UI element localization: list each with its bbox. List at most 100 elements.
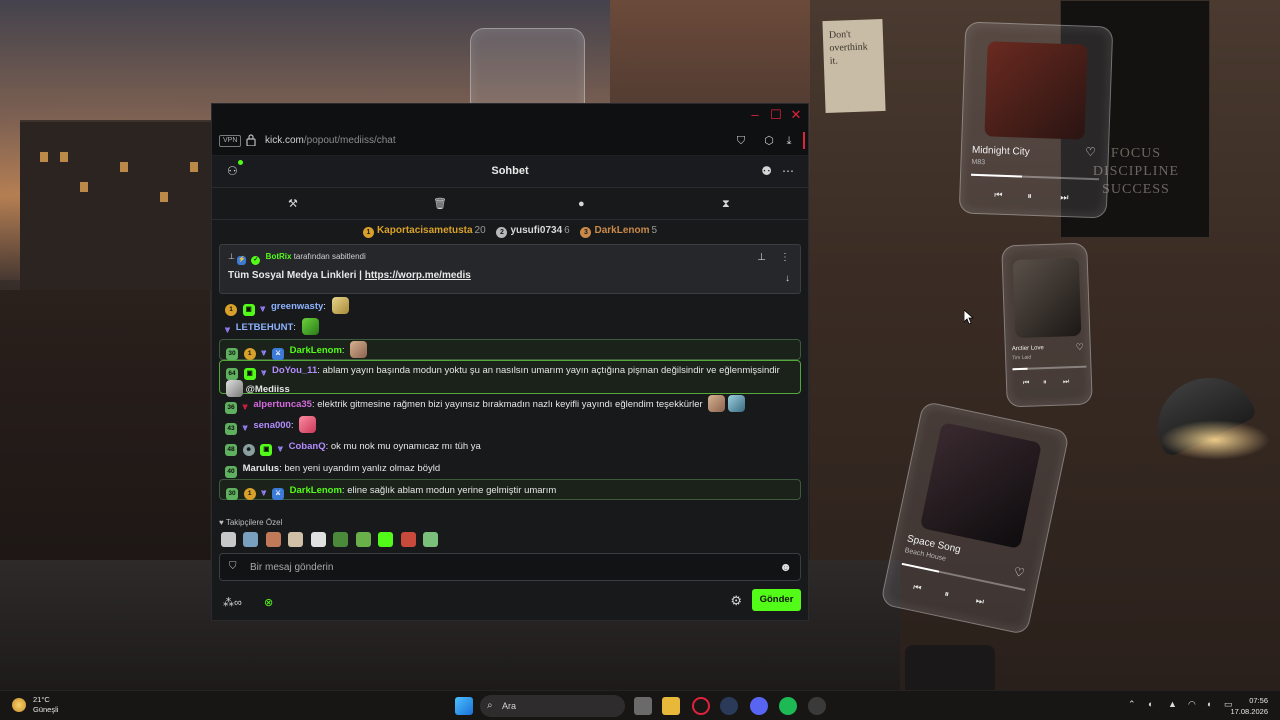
message-input[interactable]: ⛉ Bir mesaj gönderin ☻ [219,553,801,581]
more-vertical-icon[interactable]: ⋮ [780,252,790,263]
user-settings-icon[interactable]: ⚉ [761,164,772,178]
file-explorer-icon[interactable] [662,697,680,715]
spotify-icon[interactable] [779,697,797,715]
emote-image [350,340,368,358]
maximize-icon[interactable]: ☐ [767,107,785,123]
gifter-item[interactable]: 2 yusufi0734 6 [496,220,570,242]
vip-badge-icon: ⩔ [261,366,267,377]
emote-button[interactable] [378,532,394,547]
steam-icon[interactable] [720,697,738,715]
chat-message[interactable]: ⩔ LETBEHUNT: [219,317,801,338]
volume-icon[interactable]: ◖ [1206,699,1211,709]
kick-logo-icon[interactable]: ⊗ [264,596,273,609]
emote-button[interactable] [243,532,259,547]
music-card-arctier-love: Arctier Love Tim Laid ♡ ⏮ ⏸ ⏭ [1001,242,1093,408]
heart-icon: ♡ [1012,564,1026,581]
heart-icon: ♡ [1075,341,1084,353]
tray-app-icon[interactable]: ▲ [1168,699,1177,709]
shield-icon: ⛉ [229,561,237,572]
verified-icon: ✓ [251,256,261,265]
emote-button[interactable] [400,532,416,547]
emote-image [301,318,319,336]
vip-badge-icon: ⩔ [225,324,231,335]
taskbar: 21°C Güneşli ⌕ Ara ⌃ ◐ ▲ ◠ ◖ ▭ 07:56 17.0… [0,690,1280,720]
chat-message[interactable]: 48 ☻ ▣ ⩔ CobanQ: ok mu nok mu oynamıcaz … [219,436,801,457]
pinned-by: ⊥ ⚡ ✓ BotRix tarafından sabitlendi [228,252,366,265]
shield-icon[interactable]: ⛉ [734,134,748,148]
chat-footer: ⁂∞ ⊗ ⚙ Gönder [212,588,808,618]
emote-button[interactable] [310,532,326,547]
wifi-icon[interactable]: ◠ [1188,699,1196,710]
lock-icon [246,134,256,146]
emote-button[interactable] [265,532,281,547]
extensions-icon[interactable]: ⬡ [762,134,776,148]
weather-widget[interactable]: 21°C Güneşli [12,695,58,715]
chat-message[interactable]: 30 1 ⩔ ⚔ DarkLenom: eline sağlık ablam m… [219,479,801,501]
gifter-item[interactable]: 3 DarkLenom 5 [580,220,657,242]
unpin-icon[interactable]: ⊥ [757,252,766,263]
trash-icon[interactable]: 🗑 [433,197,447,211]
close-icon[interactable]: ✕ [787,107,805,123]
wallpaper-building [20,120,220,290]
pinned-text: Tüm Sosyal Medya Linkleri | https://worp… [228,270,471,281]
send-button[interactable]: Gönder [752,589,801,611]
app-icon[interactable] [808,697,826,715]
tray-app-icon[interactable]: ◐ [1148,699,1153,709]
sun-icon [12,698,26,712]
mod-badge-icon: ⚔ [272,488,284,501]
url-text[interactable]: kick.com/popout/mediiss/chat [265,135,396,146]
emote-image [331,297,349,314]
ban-hammer-icon[interactable]: ⚒ [288,197,298,211]
minimize-icon[interactable]: – [746,107,764,123]
music-card-midnight-city: Midnight City M83 ♡ ⏮ ⏸ ⏭ [958,21,1114,219]
gift-badge-icon: ▣ [260,444,273,457]
next-icon: ⏭ [1060,191,1069,203]
opera-icon[interactable] [692,697,710,715]
start-icon[interactable] [455,697,473,715]
kick-points-icon[interactable]: ⁂∞ [223,596,242,609]
previous-icon: ⏮ [912,581,923,594]
pause-icon: ⏸ [943,588,951,600]
bot-badge-icon: ⚡ [237,256,247,265]
emote-button[interactable] [423,532,439,547]
address-bar: VPN kick.com/popout/mediiss/chat ⛉ ⬡ ⤓ [212,126,808,156]
vip-badge-icon: ⩔ [277,443,283,454]
taskbar-search[interactable]: ⌕ Ara [480,695,625,717]
chat-message[interactable]: 43 ⩔ sena000: [219,415,801,436]
previous-icon: ⏮ [1022,379,1030,387]
mod-badge-icon: ⚔ [272,347,284,360]
chat-message[interactable]: 40 Marulus: ben yeni uyandım yanlız olma… [219,458,801,479]
settings-icon[interactable]: ⚙ [730,593,742,609]
emote-button[interactable] [221,532,236,547]
gifter-item[interactable]: 1 Kaportacisametusta 20 [362,220,486,242]
emote-button[interactable] [355,532,371,547]
chat-message[interactable]: 30 1 ⩔ ⚔ DarkLenom: [219,338,801,360]
emoji-icon[interactable]: ☻ [779,560,792,574]
chat-message[interactable]: 36 ⩔ alpertunca35: elektrik gitmesine ra… [219,394,801,415]
pinned-message: ⊥ ⚡ ✓ BotRix tarafından sabitlendi Tüm S… [219,244,801,294]
chevron-down-icon[interactable]: ↓ [785,273,790,284]
gift-badge-icon: ▣ [243,367,256,380]
mouse-cursor-icon [964,310,974,324]
chat-message[interactable]: 64 ▣ ⩔ DoYou_11: ablam yayın başında mod… [219,359,801,397]
task-view-icon[interactable] [634,697,652,715]
gold-badge-icon: 1 [243,347,256,360]
mod-toolbar: ⚒ 🗑 ● ⧗ [212,188,808,220]
discord-icon[interactable] [750,697,768,715]
chevron-up-icon[interactable]: ⌃ [1128,699,1136,710]
emote-button[interactable] [288,532,304,547]
more-icon[interactable]: ⋯ [782,164,794,178]
hourglass-icon[interactable]: ⧗ [722,197,730,211]
chat-message[interactable]: 1 ▣ ⩔ greenwasty: [219,296,801,317]
clock[interactable]: 07:56 17.08.2026 [1230,695,1268,717]
download-icon[interactable]: ⤓ [782,134,796,148]
vip-badge-icon: ⩔ [242,422,248,433]
chat-bubble-icon[interactable]: ● [578,197,585,211]
window-titlebar: – ☐ ✕ [212,104,808,126]
vpn-badge[interactable]: VPN [219,135,242,147]
pause-icon: ⏸ [1042,379,1047,387]
pinned-link[interactable]: https://worp.me/medis [365,270,471,281]
emote-button[interactable] [333,532,349,547]
kick-chat-window: – ☐ ✕ VPN kick.com/popout/mediiss/chat ⛉… [211,103,809,621]
emote-image [708,394,726,412]
